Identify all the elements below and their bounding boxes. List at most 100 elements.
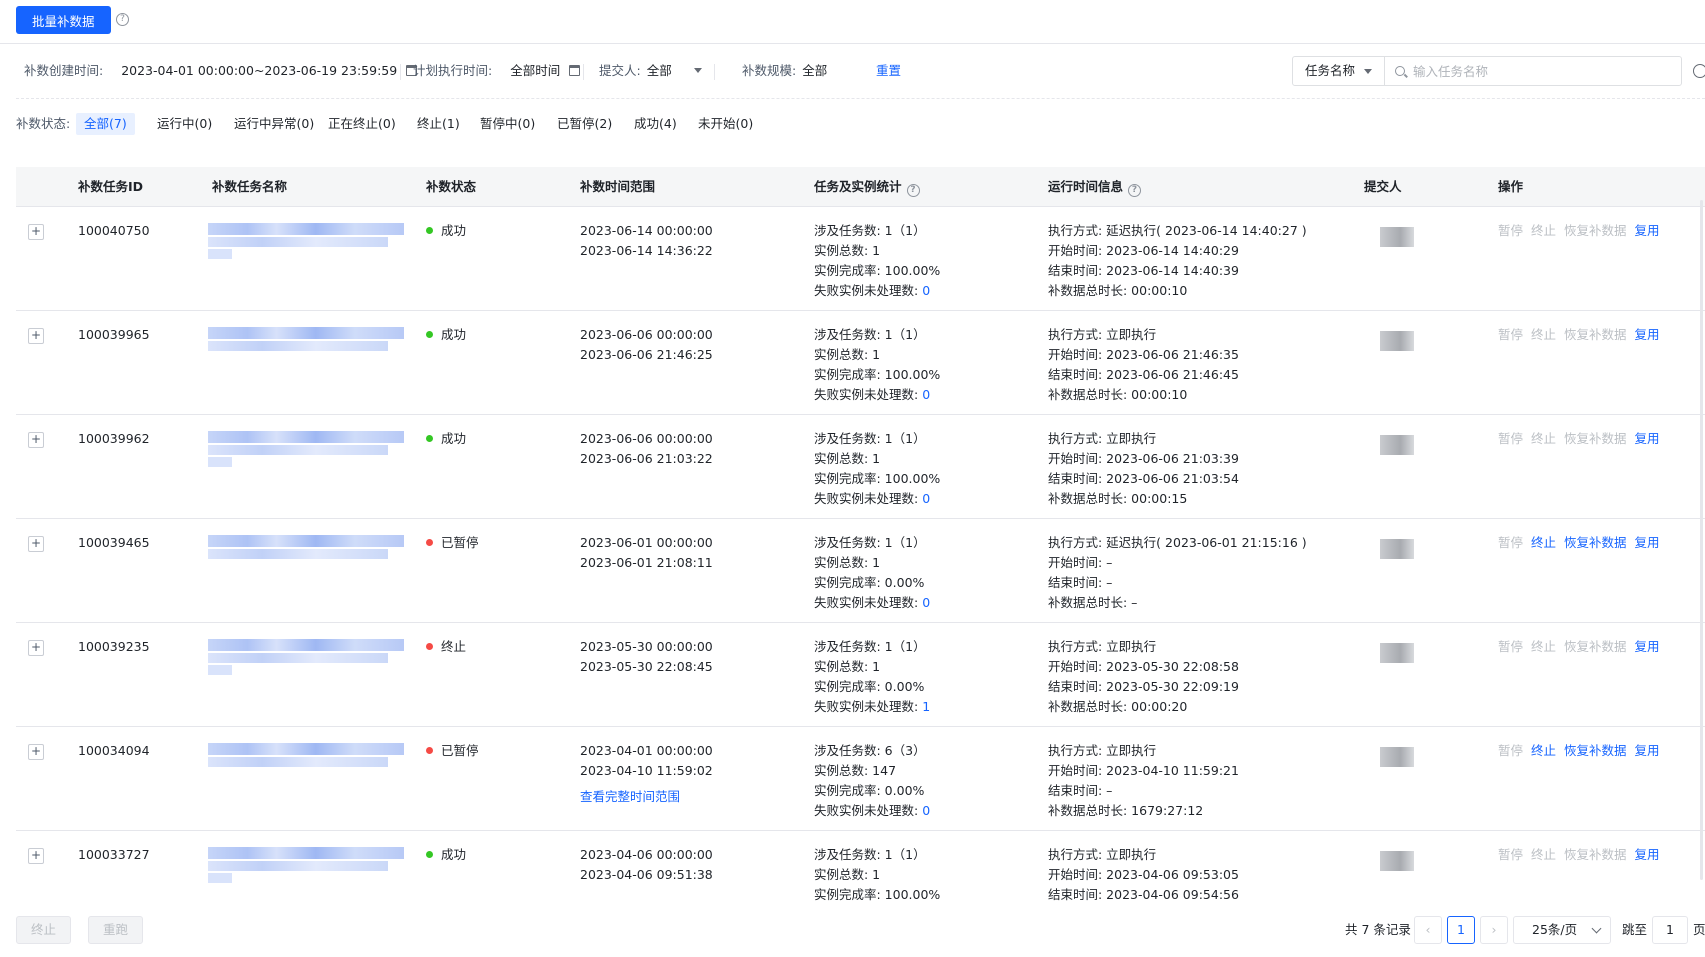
resume-backfill-button[interactable]: 恢复补数据 bbox=[1564, 535, 1627, 550]
status-dot bbox=[426, 643, 433, 650]
task-name-redacted[interactable] bbox=[208, 427, 404, 467]
status-tab-paused[interactable]: 已暂停(2) bbox=[549, 113, 620, 135]
stop-button[interactable]: 终止 bbox=[1531, 327, 1556, 342]
failed-unhandled-count[interactable]: 0 bbox=[922, 491, 930, 506]
stop-button[interactable]: 终止 bbox=[1531, 431, 1556, 446]
task-stats: 涉及任务数: 1（1） 实例总数: 1 实例完成率: 100.00% 失败实例未处理数… bbox=[814, 325, 940, 405]
failed-unhandled-count[interactable]: 0 bbox=[922, 283, 930, 298]
scale-filter[interactable]: 补数规模: 全部 bbox=[742, 55, 827, 87]
expand-row-button[interactable]: + bbox=[28, 640, 44, 656]
task-name-redacted[interactable] bbox=[208, 843, 404, 883]
status-tab-pausing[interactable]: 暂停中(0) bbox=[472, 113, 543, 135]
prev-page-button[interactable]: ‹ bbox=[1414, 916, 1442, 944]
task-id: 100039965 bbox=[78, 327, 150, 342]
pause-button[interactable]: 暂停 bbox=[1498, 327, 1523, 342]
expand-row-button[interactable]: + bbox=[28, 432, 44, 448]
status-badge: 已暂停 bbox=[426, 533, 479, 553]
stop-button[interactable]: 终止 bbox=[1531, 223, 1556, 238]
reset-link[interactable]: 重置 bbox=[876, 55, 901, 87]
status-tab-stopped[interactable]: 终止(1) bbox=[409, 113, 468, 135]
failed-unhandled-label: 失败实例未处理数: bbox=[814, 595, 923, 610]
expand-row-button[interactable]: + bbox=[28, 328, 44, 344]
batch-backfill-button[interactable]: 批量补数据 bbox=[16, 6, 111, 34]
backfill-table: 补数任务ID 补数任务名称 补数状态 补数时间范围 任务及实例统计? 运行时间信… bbox=[16, 167, 1705, 911]
column-header-runtime-label: 运行时间信息 bbox=[1048, 179, 1124, 194]
task-name-redacted[interactable] bbox=[208, 635, 404, 675]
row-actions: 暂停 终止 恢复补数据 复用 bbox=[1498, 637, 1668, 657]
stop-button[interactable]: 终止 bbox=[1531, 535, 1556, 550]
reuse-button[interactable]: 复用 bbox=[1635, 223, 1660, 238]
expand-row-button[interactable]: + bbox=[28, 744, 44, 760]
expand-row-button[interactable]: + bbox=[28, 848, 44, 864]
resume-backfill-button[interactable]: 恢复补数据 bbox=[1564, 743, 1627, 758]
stop-button[interactable]: 终止 bbox=[1531, 639, 1556, 654]
scrollbar[interactable] bbox=[1700, 200, 1703, 880]
reuse-button[interactable]: 复用 bbox=[1635, 847, 1660, 862]
task-id: 100040750 bbox=[78, 223, 150, 238]
batch-stop-button[interactable]: 终止 bbox=[16, 916, 72, 944]
task-name-redacted[interactable] bbox=[208, 739, 404, 779]
stop-button[interactable]: 终止 bbox=[1531, 743, 1556, 758]
status-dot bbox=[426, 539, 433, 546]
pause-button[interactable]: 暂停 bbox=[1498, 743, 1523, 758]
task-name-redacted[interactable] bbox=[208, 531, 404, 571]
plan-time-filter[interactable]: 计划执行时间: 全部时间 bbox=[413, 55, 581, 87]
status-tab-stopping[interactable]: 正在终止(0) bbox=[320, 113, 404, 135]
plan-time-label: 计划执行时间: bbox=[413, 63, 493, 78]
start-time: 开始时间: 2023-04-10 11:59:21 bbox=[1048, 763, 1239, 778]
reuse-button[interactable]: 复用 bbox=[1635, 743, 1660, 758]
resume-backfill-button[interactable]: 恢复补数据 bbox=[1564, 639, 1627, 654]
status-tab-running-error[interactable]: 运行中异常(0) bbox=[226, 113, 322, 135]
reuse-button[interactable]: 复用 bbox=[1635, 431, 1660, 446]
task-name-redacted[interactable] bbox=[208, 323, 404, 363]
settings-icon[interactable] bbox=[1693, 64, 1705, 78]
help-icon[interactable]: ? bbox=[1128, 184, 1142, 197]
table-row: +100039235 终止 2023-05-30 00:00:00 2023-05-3… bbox=[16, 623, 1705, 727]
completion-rate: 实例完成率: 100.00% bbox=[814, 367, 941, 382]
reuse-button[interactable]: 复用 bbox=[1635, 639, 1660, 654]
pause-button[interactable]: 暂停 bbox=[1498, 535, 1523, 550]
failed-unhandled-count[interactable]: 0 bbox=[922, 803, 930, 818]
resume-backfill-button[interactable]: 恢复补数据 bbox=[1564, 847, 1627, 862]
next-page-button[interactable]: › bbox=[1480, 916, 1508, 944]
submitter-filter[interactable]: 提交人: 全部 bbox=[599, 55, 702, 87]
reuse-button[interactable]: 复用 bbox=[1635, 535, 1660, 550]
column-header-stats-label: 任务及实例统计 bbox=[814, 179, 902, 194]
end-time: 结束时间: 2023-04-06 09:54:56 bbox=[1048, 887, 1239, 902]
status-tab-running[interactable]: 运行中(0) bbox=[149, 113, 220, 135]
help-icon[interactable]: ? bbox=[906, 184, 920, 197]
search-input[interactable] bbox=[1385, 57, 1681, 85]
reuse-button[interactable]: 复用 bbox=[1635, 327, 1660, 342]
created-time-label: 补数创建时间: bbox=[24, 63, 104, 78]
expand-row-button[interactable]: + bbox=[28, 224, 44, 240]
status-tab-all[interactable]: 全部(7) bbox=[76, 113, 135, 135]
jump-page-input[interactable]: 1 bbox=[1652, 916, 1688, 944]
search-field-select[interactable]: 任务名称 bbox=[1293, 57, 1385, 85]
resume-backfill-button[interactable]: 恢复补数据 bbox=[1564, 223, 1627, 238]
page-size-select[interactable]: 25条/页 bbox=[1513, 916, 1611, 944]
pause-button[interactable]: 暂停 bbox=[1498, 639, 1523, 654]
pause-button[interactable]: 暂停 bbox=[1498, 847, 1523, 862]
pause-button[interactable]: 暂停 bbox=[1498, 223, 1523, 238]
failed-unhandled-count[interactable]: 0 bbox=[922, 387, 930, 402]
page-1-button[interactable]: 1 bbox=[1447, 916, 1475, 944]
status-badge: 成功 bbox=[426, 845, 466, 865]
view-full-range-link[interactable]: 查看完整时间范围 bbox=[580, 787, 713, 807]
submitter-avatar-redacted bbox=[1380, 539, 1414, 559]
status-tab-success[interactable]: 成功(4) bbox=[626, 113, 685, 135]
resume-backfill-button[interactable]: 恢复补数据 bbox=[1564, 431, 1627, 446]
divider bbox=[400, 64, 401, 80]
expand-row-button[interactable]: + bbox=[28, 536, 44, 552]
stop-button[interactable]: 终止 bbox=[1531, 847, 1556, 862]
created-time-filter[interactable]: 补数创建时间: 2023-04-01 00:00:00~2023-06-19 2… bbox=[24, 55, 418, 87]
resume-backfill-button[interactable]: 恢复补数据 bbox=[1564, 327, 1627, 342]
range-end: 2023-06-06 21:46:25 bbox=[580, 347, 713, 362]
failed-unhandled-count[interactable]: 0 bbox=[922, 595, 930, 610]
batch-rerun-button[interactable]: 重跑 bbox=[88, 916, 144, 944]
failed-unhandled-count[interactable]: 1 bbox=[922, 699, 930, 714]
pause-button[interactable]: 暂停 bbox=[1498, 431, 1523, 446]
task-name-redacted[interactable] bbox=[208, 219, 404, 259]
status-tab-not-started[interactable]: 未开始(0) bbox=[690, 113, 761, 135]
table-row: +100034094 已暂停 2023-04-01 00:00:00 2023-04-… bbox=[16, 727, 1705, 831]
help-icon[interactable]: ? bbox=[116, 13, 129, 26]
